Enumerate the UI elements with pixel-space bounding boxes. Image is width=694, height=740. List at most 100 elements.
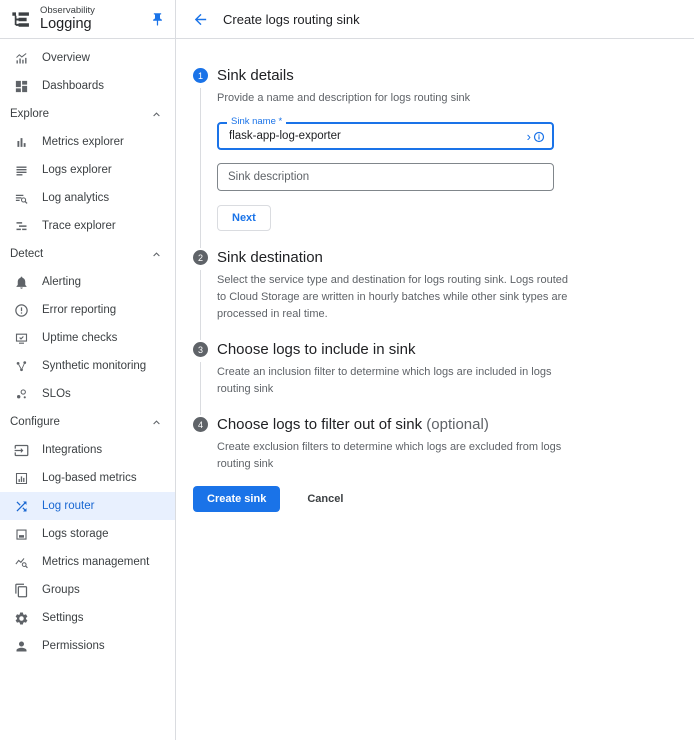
step1-title: Sink details	[217, 66, 674, 85]
step1-connector	[200, 88, 201, 248]
sidebar-item-label: Logs storage	[42, 528, 109, 540]
step4-rail: 4	[193, 415, 208, 473]
sidebar-item-uptime-checks[interactable]: Uptime checks	[0, 324, 175, 352]
sidebar-item-settings[interactable]: Settings	[0, 604, 175, 632]
step1-rail: 1	[193, 66, 208, 248]
pin-icon[interactable]	[150, 12, 165, 27]
sidebar-item-groups[interactable]: Groups	[0, 576, 175, 604]
sidebar-item-label: Permissions	[42, 640, 105, 652]
step4-description: Create exclusion filters to determine wh…	[217, 439, 569, 473]
sidebar-section-configure[interactable]: Configure	[0, 408, 175, 436]
step3-description: Create an inclusion filter to determine …	[217, 364, 569, 398]
step4-title-optional: (optional)	[426, 416, 489, 433]
sink-description-input[interactable]	[228, 171, 543, 183]
section-title: Configure	[10, 416, 60, 428]
sidebar-item-integrations[interactable]: Integrations	[0, 436, 175, 464]
sidebar-header: Observability Logging	[0, 0, 175, 39]
synthetic-monitoring-icon	[14, 359, 29, 374]
next-button[interactable]: Next	[217, 205, 271, 231]
form-actions: Create sink Cancel	[193, 486, 674, 512]
field-chevron-icon[interactable]: ›	[527, 130, 531, 143]
step4-circle: 4	[193, 417, 208, 432]
sink-description-field[interactable]	[217, 163, 554, 191]
slos-icon	[14, 387, 29, 402]
sidebar-item-label: Alerting	[42, 276, 81, 288]
groups-icon	[14, 583, 29, 598]
uptime-checks-icon	[14, 331, 29, 346]
sidebar-item-label: Uptime checks	[42, 332, 117, 344]
back-arrow-icon[interactable]	[192, 11, 209, 28]
stepper-content: 1 Sink details Provide a name and descri…	[176, 39, 694, 512]
app-window: Observability Logging Overview Dashboards…	[0, 0, 694, 740]
sidebar-item-alerting[interactable]: Alerting	[0, 268, 175, 296]
log-based-metrics-icon	[14, 471, 29, 486]
brand-block: Observability Logging	[40, 6, 95, 32]
sidebar-item-label: Logs explorer	[42, 164, 112, 176]
dashboards-icon	[14, 79, 29, 94]
main-panel: Create logs routing sink 1 Sink details …	[176, 0, 694, 740]
logs-storage-icon	[14, 527, 29, 542]
sidebar-item-label: Trace explorer	[42, 220, 116, 232]
sidebar-item-label: Error reporting	[42, 304, 116, 316]
sidebar-item-synthetic-monitoring[interactable]: Synthetic monitoring	[0, 352, 175, 380]
sidebar-item-log-based-metrics[interactable]: Log-based metrics	[0, 464, 175, 492]
step2-title: Sink destination	[217, 248, 674, 267]
integrations-icon	[14, 443, 29, 458]
sidebar-section-explore[interactable]: Explore	[0, 100, 175, 128]
error-reporting-icon	[14, 303, 29, 318]
chevron-up-icon	[150, 108, 163, 121]
sidebar-item-error-reporting[interactable]: Error reporting	[0, 296, 175, 324]
sidebar-item-label: Metrics management	[42, 556, 149, 568]
sidebar-item-permissions[interactable]: Permissions	[0, 632, 175, 660]
sidebar-item-label: Log-based metrics	[42, 472, 137, 484]
logs-explorer-icon	[14, 163, 29, 178]
step-sink-destination: 2 Sink destination Select the service ty…	[193, 248, 674, 340]
sidebar-item-metrics-management[interactable]: Metrics management	[0, 548, 175, 576]
step1-description: Provide a name and description for logs …	[217, 90, 569, 107]
create-sink-button[interactable]: Create sink	[193, 486, 280, 512]
sidebar-item-dashboards[interactable]: Dashboards	[0, 72, 175, 100]
sidebar-item-slos[interactable]: SLOs	[0, 380, 175, 408]
sink-name-label: Sink name *	[227, 117, 286, 127]
sidebar-item-metrics-explorer[interactable]: Metrics explorer	[0, 128, 175, 156]
step4-title: Choose logs to filter out of sink (optio…	[217, 415, 674, 434]
sidebar-item-label: Synthetic monitoring	[42, 360, 146, 372]
chevron-up-icon	[150, 416, 163, 429]
sidebar-item-trace-explorer[interactable]: Trace explorer	[0, 212, 175, 240]
step-sink-details: 1 Sink details Provide a name and descri…	[193, 66, 674, 248]
sidebar: Observability Logging Overview Dashboards…	[0, 0, 176, 740]
step3-rail: 3	[193, 340, 208, 415]
sidebar-item-label: Integrations	[42, 444, 102, 456]
step-exclude-logs: 4 Choose logs to filter out of sink (opt…	[193, 415, 674, 473]
sink-name-field[interactable]: Sink name * ›	[217, 122, 554, 150]
settings-icon	[14, 611, 29, 626]
metrics-explorer-icon	[14, 135, 29, 150]
brand-label: Logging	[40, 17, 95, 32]
trace-explorer-icon	[14, 219, 29, 234]
sidebar-item-label: Settings	[42, 612, 84, 624]
log-analytics-icon	[14, 191, 29, 206]
step3-connector	[200, 362, 201, 415]
info-icon[interactable]	[533, 130, 545, 142]
sidebar-item-label: Metrics explorer	[42, 136, 124, 148]
cancel-button[interactable]: Cancel	[307, 493, 343, 505]
sidebar-section-detect[interactable]: Detect	[0, 240, 175, 268]
sidebar-item-overview[interactable]: Overview	[0, 44, 175, 72]
sidebar-item-logs-storage[interactable]: Logs storage	[0, 520, 175, 548]
step3-title: Choose logs to include in sink	[217, 340, 674, 359]
sidebar-item-log-router[interactable]: Log router	[0, 492, 175, 520]
step2-connector	[200, 270, 201, 340]
step1-circle: 1	[193, 68, 208, 83]
sidebar-item-label: Log analytics	[42, 192, 109, 204]
page-header: Create logs routing sink	[176, 0, 694, 39]
sidebar-item-label: SLOs	[42, 388, 71, 400]
log-router-icon	[14, 499, 29, 514]
permissions-icon	[14, 639, 29, 654]
sidebar-item-log-analytics[interactable]: Log analytics	[0, 184, 175, 212]
sidebar-item-label: Dashboards	[42, 80, 104, 92]
sidebar-item-logs-explorer[interactable]: Logs explorer	[0, 156, 175, 184]
alerting-icon	[14, 275, 29, 290]
step-include-logs: 3 Choose logs to include in sink Create …	[193, 340, 674, 415]
sidebar-item-label: Log router	[42, 500, 94, 512]
sink-name-input[interactable]	[229, 130, 527, 142]
